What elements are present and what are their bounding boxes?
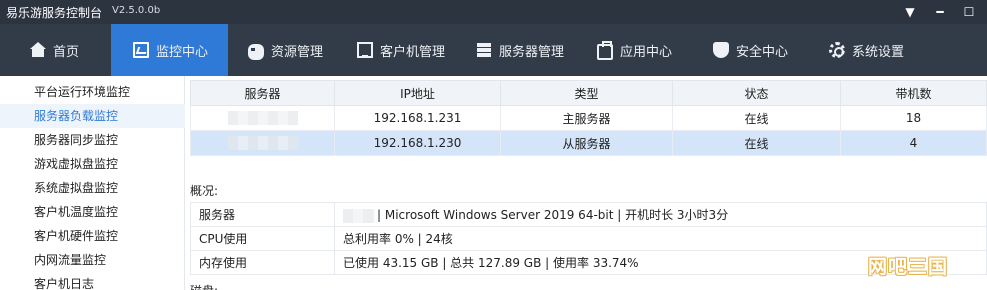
type-cell: 从服务器	[500, 130, 673, 156]
col-header-server[interactable]: 服务器	[190, 80, 335, 106]
sidebar-item-client-log[interactable]: 客户机日志	[0, 272, 185, 290]
minimize-icon[interactable]: ━	[926, 0, 954, 24]
sidebar-item-server-sync[interactable]: 服务器同步监控	[0, 128, 185, 152]
col-header-ip[interactable]: IP地址	[334, 80, 501, 106]
shield-icon	[713, 42, 729, 58]
nav-server-management[interactable]: 服务器管理	[476, 24, 564, 76]
nav-label: 系统设置	[852, 44, 905, 60]
nav-label: 监控中心	[156, 44, 209, 60]
table-row[interactable]: 192.168.1.231 主服务器 在线 18	[190, 105, 987, 131]
type-cell: 主服务器	[500, 105, 673, 131]
monitor-icon	[133, 42, 149, 58]
server-icon	[476, 42, 492, 58]
count-cell: 4	[840, 130, 987, 156]
disk-section-heading: 磁盘:	[190, 282, 218, 290]
server-name-cell	[190, 105, 335, 131]
table-header-row: 服务器 IP地址 类型 状态 带机数	[190, 80, 987, 106]
overview-heading: 概况:	[190, 184, 219, 198]
dropdown-icon[interactable]: ▼	[896, 0, 924, 24]
sidebar-item-lan-traffic[interactable]: 内网流量监控	[0, 248, 185, 272]
sidebar-item-system-vdisk[interactable]: 系统虚拟盘监控	[0, 176, 185, 200]
count-cell: 18	[840, 105, 987, 131]
col-header-count[interactable]: 带机数	[840, 80, 987, 106]
server-table: 服务器 IP地址 类型 状态 带机数 192.168.1.231 主服务器 在线…	[190, 80, 987, 156]
nav-label: 首页	[53, 44, 80, 60]
sidebar-item-client-temp[interactable]: 客户机温度监控	[0, 200, 185, 224]
overview-key: CPU使用	[190, 226, 335, 251]
watermark-logo: 网吧三国	[868, 256, 949, 278]
sidebar-item-client-hardware[interactable]: 客户机硬件监控	[0, 224, 185, 248]
redacted-server-name	[227, 111, 298, 126]
nav-label: 安全中心	[736, 44, 789, 60]
ip-cell: 192.168.1.231	[334, 105, 501, 131]
server-name-cell	[190, 130, 335, 156]
overview-row: 服务器 | Microsoft Windows Server 2019 64-b…	[190, 202, 987, 227]
bag-icon	[597, 40, 613, 60]
overview-row: CPU使用 总利用率 0% | 24核	[190, 226, 987, 251]
overview-value: | Microsoft Windows Server 2019 64-bit |…	[377, 208, 729, 222]
gamepad-icon	[248, 43, 264, 60]
app-title: 易乐游服务控制台	[6, 6, 103, 20]
sidebar-item-game-vdisk[interactable]: 游戏虚拟盘监控	[0, 152, 185, 176]
nav-label: 客户机管理	[380, 44, 446, 60]
screen-icon	[357, 42, 373, 58]
title-bar: 易乐游服务控制台 V2.5.0.0b ▼ ━ ☐	[0, 0, 987, 24]
sidebar-item-platform-env[interactable]: 平台运行环境监控	[0, 80, 185, 104]
nav-system-settings[interactable]: 系统设置	[829, 24, 904, 76]
nav-security-center[interactable]: 安全中心	[713, 24, 788, 76]
nav-app-center[interactable]: 应用中心	[597, 24, 672, 76]
nav-label: 应用中心	[620, 44, 673, 60]
nav-client-management[interactable]: 客户机管理	[357, 24, 445, 76]
sidebar-item-server-load[interactable]: 服务器负载监控	[0, 104, 185, 128]
status-cell: 在线	[672, 105, 841, 131]
app-version: V2.5.0.0b	[112, 5, 161, 16]
main-nav: 首页 监控中心 资源管理 客户机管理 服务器管理 应用中心 安全中心 系统设置	[0, 24, 987, 76]
col-header-status[interactable]: 状态	[672, 80, 841, 106]
gear-icon	[829, 42, 845, 58]
nav-label: 服务器管理	[499, 44, 565, 60]
overview-value-cell: | Microsoft Windows Server 2019 64-bit |…	[334, 202, 987, 227]
home-icon	[30, 42, 46, 58]
redacted-hostname	[343, 208, 375, 223]
nav-label: 资源管理	[271, 44, 324, 60]
maximize-icon[interactable]: ☐	[955, 0, 983, 24]
overview-value: 总利用率 0% | 24核	[334, 226, 987, 251]
nav-home[interactable]: 首页	[30, 24, 79, 76]
table-row[interactable]: 192.168.1.230 从服务器 在线 4	[190, 130, 987, 156]
redacted-server-name	[227, 136, 298, 151]
sidebar: 平台运行环境监控 服务器负载监控 服务器同步监控 游戏虚拟盘监控 系统虚拟盘监控…	[0, 76, 185, 290]
overview-key: 服务器	[190, 202, 335, 227]
nav-resource-management[interactable]: 资源管理	[248, 24, 323, 76]
ip-cell: 192.168.1.230	[334, 130, 501, 156]
status-cell: 在线	[672, 130, 841, 156]
overview-key: 内存使用	[190, 250, 335, 275]
col-header-type[interactable]: 类型	[500, 80, 673, 106]
nav-monitor-center[interactable]: 监控中心	[111, 24, 228, 76]
